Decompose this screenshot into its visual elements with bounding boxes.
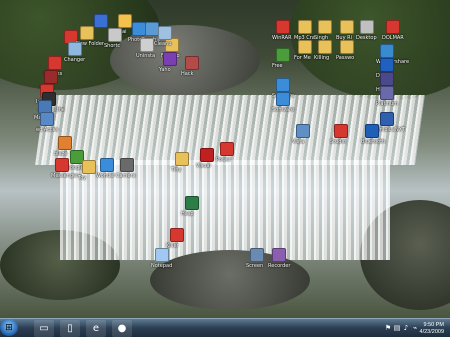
- desktop-icon-label: Bluetooth: [361, 139, 386, 145]
- desktop-icon[interactable]: [58, 136, 72, 150]
- desktop-icon-label: Recorder: [268, 263, 291, 269]
- desktop-icon[interactable]: [276, 20, 290, 34]
- desktop-icon[interactable]: [200, 148, 214, 162]
- desktop-icon-label: Wonder: [96, 173, 116, 179]
- start-button[interactable]: ⊞: [0, 319, 18, 336]
- desktop-icon[interactable]: [250, 248, 264, 262]
- desktop-icon[interactable]: [170, 228, 184, 242]
- flag-icon[interactable]: ⚑: [384, 324, 392, 332]
- desktop-icon[interactable]: [380, 86, 394, 100]
- desktop-icon[interactable]: [185, 196, 199, 210]
- taskbar-folder-icon[interactable]: ▯: [60, 320, 80, 337]
- desktop-icon-label: Yaho: [159, 67, 171, 73]
- desktop-icon[interactable]: [140, 38, 154, 52]
- desktop-icon[interactable]: [334, 124, 348, 138]
- desktop-icon[interactable]: [55, 158, 69, 172]
- rock-bottom: [150, 250, 310, 310]
- windows-orb-icon: ⊞: [5, 322, 13, 333]
- desktop-icon-label: Camera: [116, 173, 136, 179]
- desktop-icon-label: Tiny: [171, 167, 182, 173]
- desktop-icon[interactable]: [94, 14, 108, 28]
- desktop-icon-label: Desktop: [356, 35, 377, 41]
- desktop-icon[interactable]: [272, 248, 286, 262]
- desktop-icon[interactable]: [68, 42, 82, 56]
- desktop-icon[interactable]: [120, 158, 134, 172]
- desktop-icon-label: ed Acces: [36, 127, 59, 133]
- desktop-icon[interactable]: [100, 158, 114, 172]
- desktop-icon[interactable]: [276, 78, 290, 92]
- clock-date[interactable]: 4/23/2009: [420, 329, 444, 335]
- taskbar-internet-explorer-icon[interactable]: e: [86, 320, 106, 337]
- desktop-icon-label: Killing: [314, 55, 330, 61]
- desktop-icon-label: Passwo: [336, 55, 355, 61]
- desktop-icon[interactable]: [276, 48, 290, 62]
- desktop-icon[interactable]: [220, 142, 234, 156]
- desktop-icon-label: Shortc: [104, 43, 121, 49]
- desktop-icon[interactable]: [80, 26, 94, 40]
- desktop-icon-label: blaze: [54, 151, 68, 157]
- desktop-icon[interactable]: [175, 152, 189, 166]
- desktop-icon[interactable]: [108, 28, 122, 42]
- desktop-icon-label: Software: [272, 107, 295, 113]
- network-icon[interactable]: ▤: [393, 324, 401, 332]
- desktop-icon-label: WinRAR: [272, 35, 292, 41]
- desktop-icon[interactable]: [40, 112, 54, 126]
- volume-icon[interactable]: ♪: [402, 324, 410, 332]
- desktop-icon-label: Free: [272, 63, 283, 69]
- desktop-icon-label: Hasp: [181, 211, 194, 217]
- desktop-icon[interactable]: [163, 52, 177, 66]
- desktop-icon[interactable]: [298, 40, 312, 54]
- desktop-icon-label: Visual: [196, 163, 211, 169]
- taskbar-firefox-icon[interactable]: ●: [112, 320, 132, 337]
- desktop-icon[interactable]: [386, 20, 400, 34]
- desktop-icon-label: Platinum: [376, 101, 399, 107]
- desktop-icon-label: Hack: [181, 71, 194, 77]
- desktop-icon[interactable]: [118, 14, 132, 28]
- taskbar-windows-explorer-icon[interactable]: ▭: [34, 320, 54, 337]
- desktop-icon[interactable]: [132, 22, 146, 36]
- desktop-icon-label: Messenger: [51, 173, 79, 179]
- desktop-icon[interactable]: [380, 44, 394, 58]
- desktop-icon[interactable]: [380, 72, 394, 86]
- desktop-icon[interactable]: [380, 112, 394, 126]
- desktop-icon-label: DOLMAR: [382, 35, 404, 41]
- desktop-icon[interactable]: [360, 20, 374, 34]
- desktop-icon[interactable]: [340, 20, 354, 34]
- clock-time[interactable]: 9:50 PM: [424, 322, 444, 328]
- desktop-icon-label: Changer: [64, 57, 86, 63]
- desktop-icon[interactable]: [318, 40, 332, 54]
- desktop-icon[interactable]: [318, 20, 332, 34]
- desktop-icon-label: UniblueNXT: [376, 127, 406, 133]
- desktop-icon-label: Notepad: [151, 263, 173, 269]
- desktop-icon-label: For Me: [294, 55, 311, 61]
- taskbar: ⊞ ▭ ▯ e ● ⚑ ▤ ♪ ⌁ 9:50 PM 4/23/2009: [0, 318, 450, 337]
- desktop-icon[interactable]: [145, 22, 159, 36]
- desktop-icon[interactable]: [155, 248, 169, 262]
- desktop-icon[interactable]: [365, 124, 379, 138]
- desktop-icon[interactable]: [158, 26, 172, 40]
- desktop-icon-label: Power: [216, 157, 232, 163]
- desktop-icon[interactable]: [276, 92, 290, 106]
- desktop-icon-label: Toy: [78, 175, 87, 181]
- usb-icon[interactable]: ⌁: [411, 324, 419, 332]
- desktop-icon-label: Vista: [292, 139, 305, 145]
- foliage-top-right: [290, 0, 450, 100]
- desktop-icon[interactable]: [82, 160, 96, 174]
- desktop-icon[interactable]: [380, 58, 394, 72]
- desktop-icon[interactable]: [48, 56, 62, 70]
- desktop: ArcaiPhotoNew FolderShortcGraphicChanger…: [0, 0, 450, 318]
- desktop-icon[interactable]: [298, 20, 312, 34]
- desktop-icon-label: Cleanu: [154, 41, 172, 47]
- desktop-icon[interactable]: [296, 124, 310, 138]
- desktop-icon[interactable]: [44, 70, 58, 84]
- desktop-icon-label: Studio: [330, 139, 346, 145]
- desktop-icon[interactable]: [185, 56, 199, 70]
- desktop-icon-label: Uninsta: [136, 53, 156, 59]
- desktop-icon-label: Screen: [246, 263, 264, 269]
- desktop-icon[interactable]: [340, 40, 354, 54]
